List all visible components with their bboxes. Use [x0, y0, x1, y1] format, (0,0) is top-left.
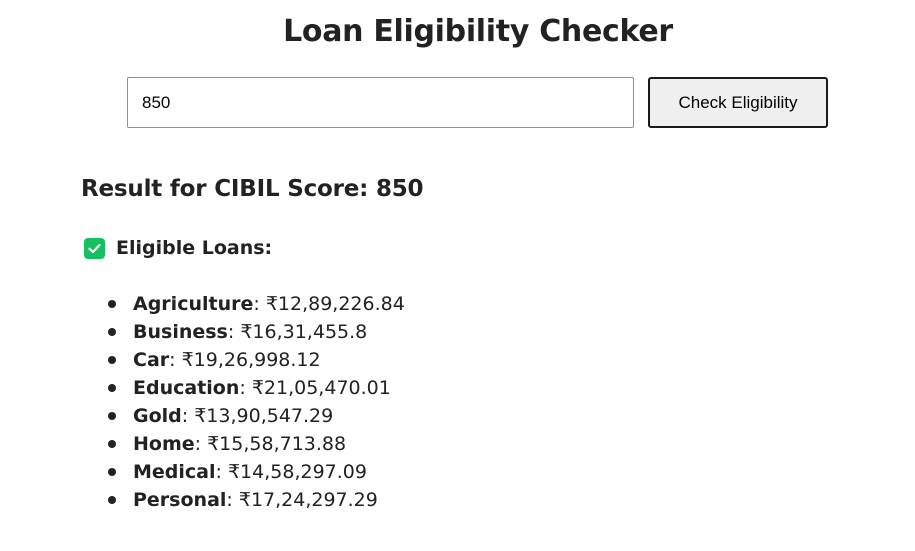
loan-amount: ₹13,90,547.29 [194, 405, 334, 427]
loan-list-item: Medical: ₹14,58,297.09 [108, 458, 405, 486]
loan-list-item: Agriculture: ₹12,89,226.84 [108, 290, 405, 318]
check-mark-glyph [88, 243, 101, 253]
loan-name: Personal [133, 489, 227, 511]
loan-list-item: Car: ₹19,26,998.12 [108, 346, 405, 374]
eligible-loans-label: Eligible Loans: [116, 237, 273, 259]
bullet-icon [108, 496, 116, 504]
check-square-icon [84, 237, 105, 259]
loan-list-item: Home: ₹15,58,713.88 [108, 430, 405, 458]
loan-amount: ₹15,58,713.88 [207, 433, 347, 455]
loan-name: Home [133, 433, 195, 455]
bullet-icon [108, 440, 116, 448]
bullet-icon [108, 356, 116, 364]
bullet-icon [108, 300, 116, 308]
loan-list-item: Gold: ₹13,90,547.29 [108, 402, 405, 430]
loan-name: Medical [133, 461, 216, 483]
bullet-icon [108, 384, 116, 392]
loan-amount: ₹19,26,998.12 [181, 349, 321, 371]
bullet-icon [108, 328, 116, 336]
loan-list-item: Education: ₹21,05,470.01 [108, 374, 405, 402]
page-title: Loan Eligibility Checker [283, 14, 673, 49]
loan-amount: ₹17,24,297.29 [238, 489, 378, 511]
loan-name: Agriculture [133, 293, 254, 315]
loan-name: Car [133, 349, 170, 371]
loan-name: Education [133, 377, 240, 399]
loan-list-item: Business: ₹16,31,455.8 [108, 318, 405, 346]
loan-name: Business [133, 321, 228, 343]
result-heading: Result for CIBIL Score: 850 [81, 176, 424, 202]
cibil-score-input[interactable] [127, 77, 634, 128]
bullet-icon [108, 412, 116, 420]
loan-amount: ₹21,05,470.01 [251, 377, 391, 399]
loan-list-item: Personal: ₹17,24,297.29 [108, 486, 405, 514]
loan-amount: ₹12,89,226.84 [265, 293, 405, 315]
loan-amount: ₹16,31,455.8 [240, 321, 368, 343]
bullet-icon [108, 468, 116, 476]
loan-amount: ₹14,58,297.09 [227, 461, 367, 483]
loan-name: Gold [133, 405, 182, 427]
eligible-loans-list: Agriculture: ₹12,89,226.84 Business: ₹16… [108, 290, 405, 514]
check-eligibility-button[interactable]: Check Eligibility [648, 77, 828, 128]
eligible-loans-header: Eligible Loans: [84, 234, 272, 262]
